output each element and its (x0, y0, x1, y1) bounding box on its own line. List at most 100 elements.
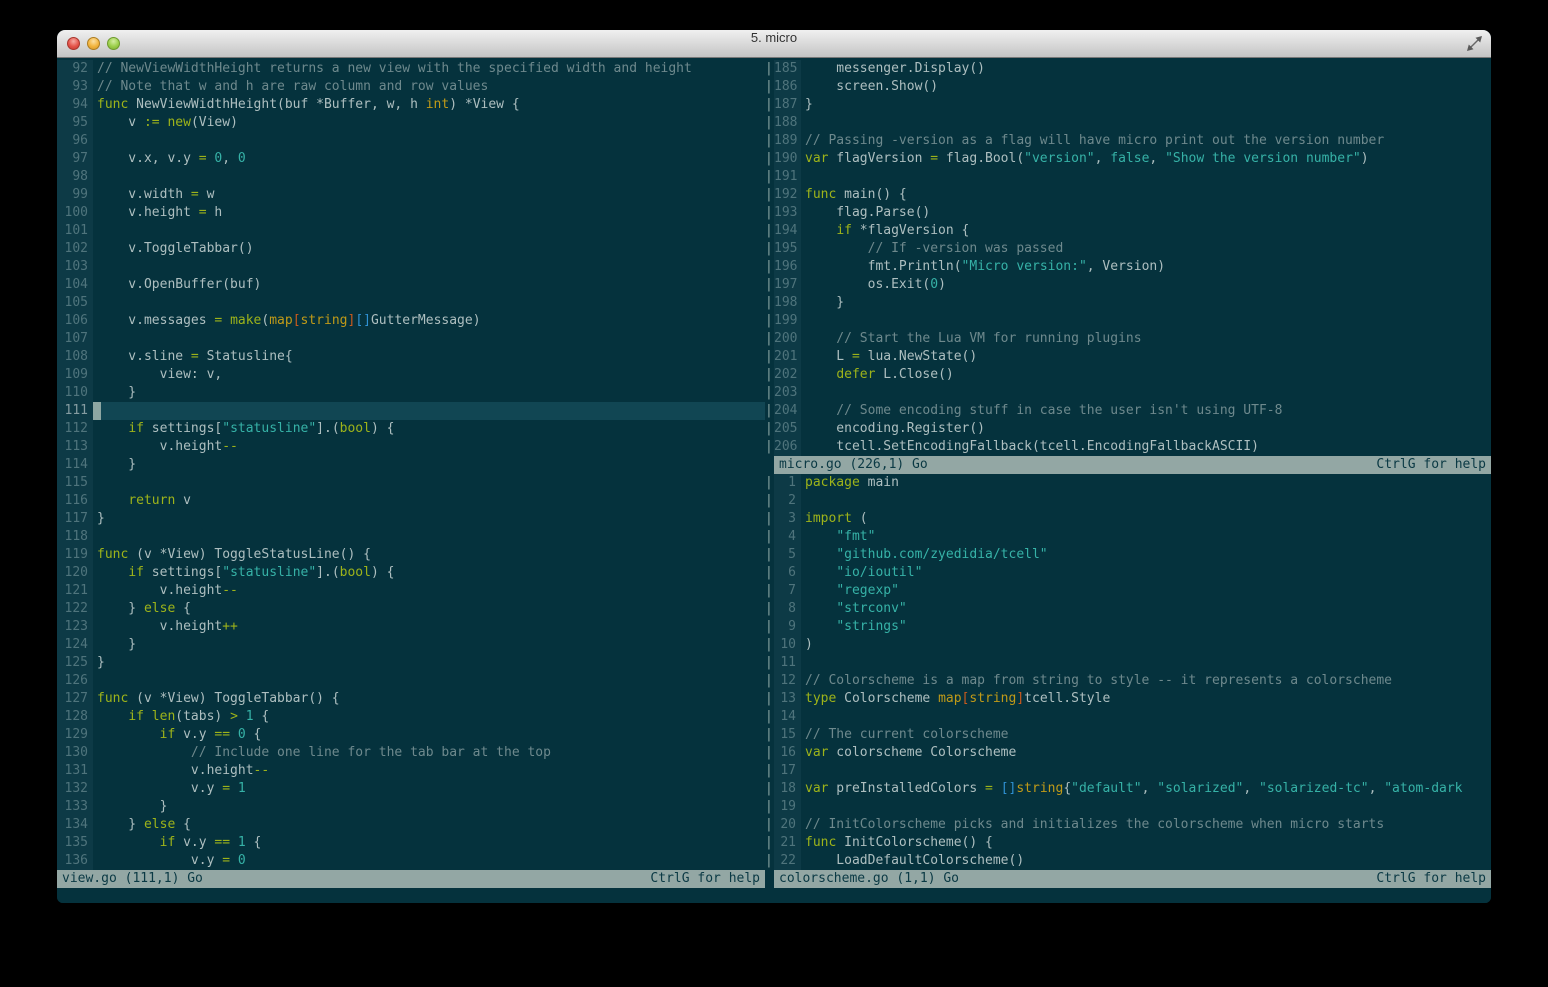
code-line[interactable]: 116 return v (57, 492, 765, 510)
code-line[interactable]: | 12 // Colorscheme is a map from string t… (765, 672, 1491, 690)
minimize-button[interactable] (87, 37, 100, 50)
code-line[interactable]: 135 if v.y == 1 { (57, 834, 765, 852)
code-line[interactable]: | 17 (765, 762, 1491, 780)
code-line[interactable]: 102 v.ToggleTabbar() (57, 240, 765, 258)
code-line[interactable]: 118 (57, 528, 765, 546)
code-line[interactable]: | 194 if *flagVersion { (765, 222, 1491, 240)
zoom-button[interactable] (107, 37, 120, 50)
code-line[interactable]: | 6 "io/ioutil" (765, 564, 1491, 582)
code-line[interactable]: | 22 LoadDefaultColorscheme() (765, 852, 1491, 870)
code-line[interactable]: 92 // NewViewWidthHeight returns a new vi… (57, 60, 765, 78)
code-line[interactable]: 134 } else { (57, 816, 765, 834)
code-line[interactable]: 100 v.height = h (57, 204, 765, 222)
code-line[interactable]: 117} (57, 510, 765, 528)
code-line[interactable]: 110 } (57, 384, 765, 402)
line-number: 204 (774, 402, 801, 420)
code-line[interactable]: | 195 // If -version was passed (765, 240, 1491, 258)
code-line[interactable]: 114 } (57, 456, 765, 474)
pane-view-go[interactable]: 92 // NewViewWidthHeight returns a new vi… (57, 58, 765, 903)
code-line[interactable]: 131 v.height-- (57, 762, 765, 780)
code-line[interactable]: | 197 os.Exit(0) (765, 276, 1491, 294)
code-line[interactable]: | 4 "fmt" (765, 528, 1491, 546)
fullscreen-icon[interactable] (1466, 35, 1483, 52)
code-line[interactable]: 124 } (57, 636, 765, 654)
code-line[interactable]: 108 v.sline = Statusline{ (57, 348, 765, 366)
code-line[interactable]: | 200 // Start the Lua VM for running plu… (765, 330, 1491, 348)
code-line[interactable]: 109 view: v, (57, 366, 765, 384)
code-line[interactable]: | 2 (765, 492, 1491, 510)
code-line[interactable]: | 190 var flagVersion = flag.Bool("version… (765, 150, 1491, 168)
code-line[interactable]: | 204 // Some encoding stuff in case the … (765, 402, 1491, 420)
code-line[interactable]: 120 if settings["statusline"].(bool) { (57, 564, 765, 582)
code-line[interactable]: | 191 (765, 168, 1491, 186)
code-line[interactable]: | 206 tcell.SetEncodingFallback(tcell.Enc… (765, 438, 1491, 456)
code-line[interactable]: 128 if len(tabs) > 1 { (57, 708, 765, 726)
code-line[interactable]: | 203 (765, 384, 1491, 402)
code-line[interactable]: | 3 import ( (765, 510, 1491, 528)
code-line[interactable]: | 20 // InitColorscheme picks and initiali… (765, 816, 1491, 834)
code-line[interactable]: | 19 (765, 798, 1491, 816)
code-line[interactable]: 106 v.messages = make(map[string][]Gutte… (57, 312, 765, 330)
code-line[interactable]: 99 v.width = w (57, 186, 765, 204)
code-line[interactable]: 101 (57, 222, 765, 240)
code-line[interactable]: | 202 defer L.Close() (765, 366, 1491, 384)
code-line[interactable]: | 185 messenger.Display() (765, 60, 1491, 78)
code-line[interactable]: 95 v := new(View) (57, 114, 765, 132)
code-line[interactable]: | 7 "regexp" (765, 582, 1491, 600)
code-line[interactable]: | 14 (765, 708, 1491, 726)
code-line[interactable]: 127 func (v *View) ToggleTabbar() { (57, 690, 765, 708)
code-line[interactable]: 136 v.y = 0 (57, 852, 765, 870)
code-line[interactable]: | 198 } (765, 294, 1491, 312)
code-line[interactable]: | 13 type Colorscheme map[string]tcell.Sty… (765, 690, 1491, 708)
code-line[interactable]: 121 v.height-- (57, 582, 765, 600)
code-line[interactable]: | 1 package main (765, 474, 1491, 492)
code-line[interactable]: 119 func (v *View) ToggleStatusLine() { (57, 546, 765, 564)
code-line[interactable]: 105 (57, 294, 765, 312)
code-line[interactable]: 97 v.x, v.y = 0, 0 (57, 150, 765, 168)
code-line[interactable]: | 16 var colorscheme Colorscheme (765, 744, 1491, 762)
code-line[interactable]: | 187} (765, 96, 1491, 114)
code-line[interactable]: | 193 flag.Parse() (765, 204, 1491, 222)
code-line[interactable]: 123 v.height++ (57, 618, 765, 636)
code-line[interactable]: 94 func NewViewWidthHeight(buf *Buffer, w… (57, 96, 765, 114)
code-segment: ) *View { (449, 97, 520, 112)
code-line[interactable]: | 11 (765, 654, 1491, 672)
code-line[interactable]: 112 if settings["statusline"].(bool) { (57, 420, 765, 438)
code-line[interactable]: | 199 (765, 312, 1491, 330)
close-button[interactable] (67, 37, 80, 50)
code-line[interactable]: | 201 L = lua.NewState() (765, 348, 1491, 366)
code-line[interactable]: | 189 // Passing -version as a flag will h… (765, 132, 1491, 150)
code-line[interactable]: 103 (57, 258, 765, 276)
code-line[interactable]: | 192 func main() { (765, 186, 1491, 204)
code-line[interactable]: | 15 // The current colorscheme (765, 726, 1491, 744)
code-line[interactable]: | 10) (765, 636, 1491, 654)
titlebar[interactable]: 5. micro (57, 30, 1491, 58)
code-line[interactable]: 115 (57, 474, 765, 492)
code-line[interactable]: | 186 screen.Show() (765, 78, 1491, 96)
code-line[interactable]: 129 if v.y == 0 { (57, 726, 765, 744)
code-line[interactable]: 130 // Include one line for the tab bar … (57, 744, 765, 762)
code-line[interactable]: | 21 func InitColorscheme() { (765, 834, 1491, 852)
code-line-current[interactable]: 111 (57, 402, 765, 420)
code-line[interactable]: | 196 fmt.Println("Micro version:", Versi… (765, 258, 1491, 276)
code-segment: flag.Parse() (805, 205, 931, 220)
code-line[interactable]: | 5 "github.com/zyedidia/tcell" (765, 546, 1491, 564)
code-line[interactable]: | 205 encoding.Register() (765, 420, 1491, 438)
code-line[interactable]: | 18 var preInstalledColors = []string{"de… (765, 780, 1491, 798)
code-line[interactable]: 107 (57, 330, 765, 348)
code-line[interactable]: | 188 (765, 114, 1491, 132)
code-segment: } (97, 511, 105, 526)
pane-right-split[interactable]: | 185 messenger.Display() | 186 screen.Show… (765, 58, 1491, 903)
code-line[interactable]: 126 (57, 672, 765, 690)
code-line[interactable]: 122 } else { (57, 600, 765, 618)
code-line[interactable]: 113 v.height-- (57, 438, 765, 456)
code-line[interactable]: 96 (57, 132, 765, 150)
code-line[interactable]: 132 v.y = 1 (57, 780, 765, 798)
code-line[interactable]: | 9 "strings" (765, 618, 1491, 636)
code-line[interactable]: 104 v.OpenBuffer(buf) (57, 276, 765, 294)
code-line[interactable]: 93 // Note that w and h are raw column an… (57, 78, 765, 96)
code-line[interactable]: 125} (57, 654, 765, 672)
code-line[interactable]: | 8 "strconv" (765, 600, 1491, 618)
code-line[interactable]: 98 (57, 168, 765, 186)
code-line[interactable]: 133 } (57, 798, 765, 816)
